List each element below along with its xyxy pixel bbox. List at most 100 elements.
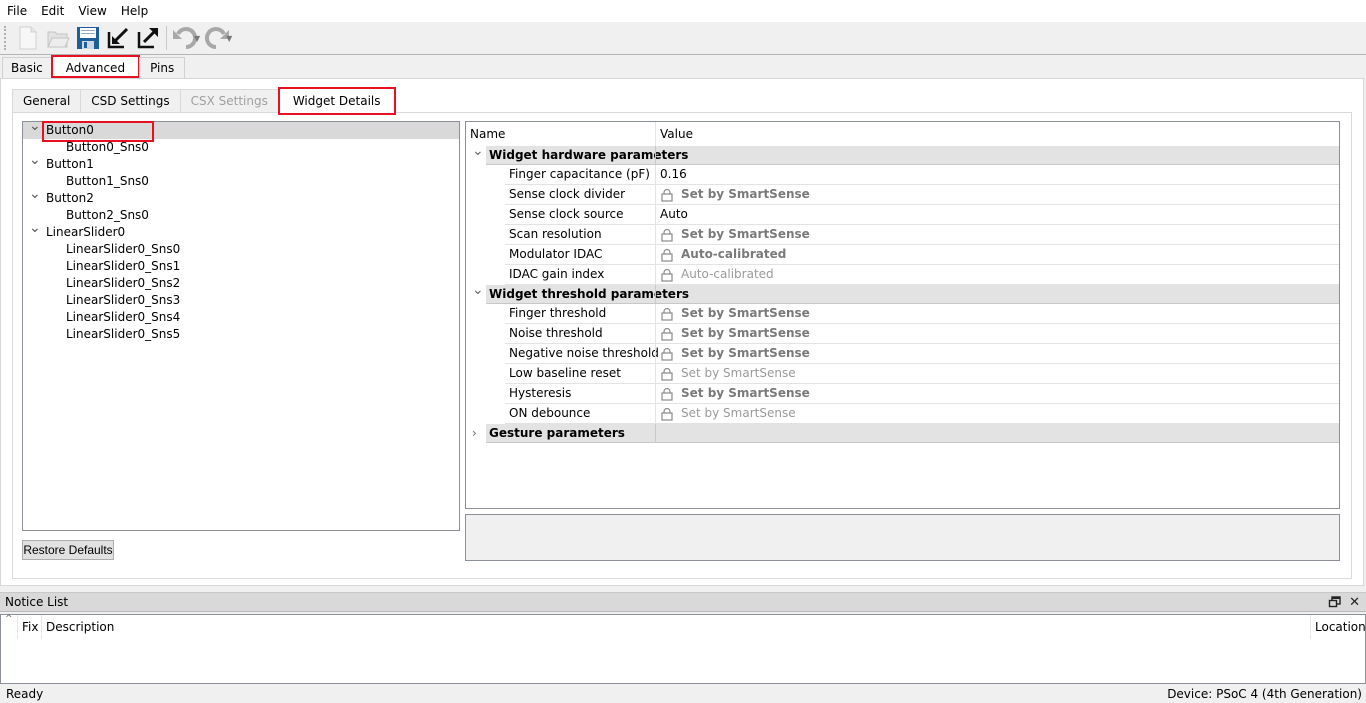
property-name: Scan resolution: [509, 227, 602, 241]
property-value[interactable]: Set by SmartSense: [660, 364, 796, 383]
column-divider: [655, 185, 656, 205]
property-value[interactable]: Set by SmartSense: [660, 384, 810, 403]
menu-help[interactable]: Help: [114, 0, 155, 22]
tree-item-widget[interactable]: ⌄ Button1: [23, 152, 459, 173]
menu-bar: File Edit View Help: [0, 0, 1366, 22]
property-row[interactable]: Finger threshold Set by SmartSense: [466, 304, 1339, 324]
property-value[interactable]: Set by SmartSense: [660, 185, 810, 204]
tree-item-sensor[interactable]: LinearSlider0_Sns4: [23, 309, 459, 326]
property-value[interactable]: 0.16: [660, 165, 687, 184]
chevron-down-icon[interactable]: ⌄: [472, 142, 484, 161]
column-divider[interactable]: [41, 615, 42, 639]
tree-item-sensor[interactable]: LinearSlider0_Sns2: [23, 275, 459, 292]
property-description-pane: [465, 514, 1340, 561]
column-header-value[interactable]: Value: [660, 122, 693, 146]
property-row[interactable]: IDAC gain index Auto-calibrated: [466, 265, 1339, 285]
save-button[interactable]: [73, 24, 103, 52]
column-divider[interactable]: [655, 122, 656, 146]
tree-item-label: LinearSlider0_Sns4: [66, 310, 181, 324]
chevron-down-icon[interactable]: ⌄: [29, 186, 41, 203]
chevron-down-icon[interactable]: ⌄: [29, 220, 41, 237]
tab-advanced[interactable]: Advanced: [50, 55, 141, 78]
column-divider[interactable]: [17, 615, 18, 639]
import-button[interactable]: [103, 24, 133, 52]
notice-list-title: Notice List: [5, 595, 69, 609]
property-value[interactable]: Auto: [660, 205, 688, 224]
notice-list-table: ^ Fix Description Location: [0, 614, 1366, 684]
tab-general[interactable]: General: [12, 89, 82, 112]
column-divider[interactable]: [1310, 615, 1311, 639]
toolbar-grip[interactable]: [4, 26, 7, 50]
property-value[interactable]: Set by SmartSense: [660, 324, 810, 343]
lock-icon: [660, 268, 674, 282]
tree-item-sensor[interactable]: Button0_Sns0: [23, 139, 459, 156]
property-row[interactable]: Noise threshold Set by SmartSense: [466, 324, 1339, 344]
notice-list-header: Notice List ✕: [0, 592, 1366, 612]
property-name: Low baseline reset: [509, 366, 621, 380]
property-value[interactable]: Auto-calibrated: [660, 265, 774, 284]
tab-widget-details[interactable]: Widget Details: [277, 87, 396, 115]
tree-item-label: LinearSlider0_Sns0: [66, 242, 181, 256]
close-icon[interactable]: ✕: [1349, 593, 1360, 612]
property-value-text: 0.16: [660, 167, 687, 181]
restore-defaults-button[interactable]: Restore Defaults: [22, 540, 114, 560]
tree-item-sensor[interactable]: LinearSlider0_Sns1: [23, 258, 459, 275]
tree-item-sensor[interactable]: LinearSlider0_Sns5: [23, 326, 459, 343]
tree-item-widget[interactable]: ⌄ Button2: [23, 186, 459, 207]
chevron-right-icon[interactable]: ›: [472, 424, 477, 443]
tree-item-sensor[interactable]: Button1_Sns0: [23, 173, 459, 190]
column-header-description[interactable]: Description: [46, 615, 114, 639]
main-tab-bar: Basic Advanced Pins: [2, 55, 186, 79]
property-value[interactable]: Set by SmartSense: [660, 304, 810, 323]
column-header-fix[interactable]: Fix: [22, 615, 38, 639]
property-value[interactable]: Set by SmartSense: [660, 404, 796, 423]
redo-dropdown-icon[interactable]: ▼: [226, 34, 232, 43]
property-row[interactable]: Finger capacitance (pF) 0.16: [466, 165, 1339, 185]
property-row[interactable]: Sense clock source Auto: [466, 205, 1339, 225]
property-row[interactable]: Scan resolution Set by SmartSense: [466, 225, 1339, 245]
menu-edit[interactable]: Edit: [34, 0, 71, 22]
tree-item-widget[interactable]: ⌄ Button0: [23, 118, 459, 142]
lock-icon: [660, 327, 674, 341]
property-row[interactable]: Hysteresis Set by SmartSense: [466, 384, 1339, 404]
tree-item-label: LinearSlider0_Sns3: [66, 293, 181, 307]
property-value[interactable]: Auto-calibrated: [660, 245, 786, 264]
property-category[interactable]: ⌄ Widget threshold parameters: [466, 282, 1339, 305]
property-value-text: Auto: [660, 207, 688, 221]
property-row[interactable]: Low baseline reset Set by SmartSense: [466, 364, 1339, 384]
property-category[interactable]: ⌄ Widget hardware parameters: [466, 143, 1339, 166]
tree-item-label: LinearSlider0_Sns1: [66, 259, 181, 273]
undo-dropdown-icon[interactable]: ▼: [194, 34, 200, 43]
property-row[interactable]: Negative noise threshold Set by SmartSens…: [466, 344, 1339, 364]
column-header-location[interactable]: Location: [1315, 615, 1366, 639]
new-file-button[interactable]: [13, 24, 43, 52]
export-button[interactable]: [133, 24, 163, 52]
property-value[interactable]: Set by SmartSense: [660, 225, 810, 244]
property-row[interactable]: Sense clock divider Set by SmartSense: [466, 185, 1339, 205]
open-button[interactable]: [43, 24, 73, 52]
property-value[interactable]: Set by SmartSense: [660, 344, 810, 363]
menu-view[interactable]: View: [71, 0, 113, 22]
tab-pins[interactable]: Pins: [139, 57, 186, 78]
chevron-down-icon[interactable]: ⌄: [29, 152, 41, 169]
float-window-icon[interactable]: [1328, 595, 1342, 609]
tab-csd-settings[interactable]: CSD Settings: [80, 89, 181, 112]
lock-icon: [660, 407, 674, 421]
column-divider: [655, 146, 656, 165]
chevron-down-icon[interactable]: ⌄: [472, 281, 484, 300]
tab-csx-settings[interactable]: CSX Settings: [179, 89, 279, 112]
tree-item-sensor[interactable]: LinearSlider0_Sns0: [23, 241, 459, 258]
tree-item-widget[interactable]: ⌄ LinearSlider0: [23, 220, 459, 241]
property-row[interactable]: Modulator IDAC Auto-calibrated: [466, 245, 1339, 265]
property-name: Finger capacitance (pF): [509, 167, 650, 181]
property-row[interactable]: ON debounce Set by SmartSense: [466, 404, 1339, 424]
chevron-down-icon[interactable]: ⌄: [29, 118, 41, 135]
menu-file[interactable]: File: [0, 0, 34, 22]
row-background: [505, 225, 1339, 245]
tree-item-sensor[interactable]: Button2_Sns0: [23, 207, 459, 224]
row-background: [505, 205, 1339, 225]
tab-basic[interactable]: Basic: [2, 57, 52, 78]
widget-tree[interactable]: ⌄ Button0 Button0_Sns0 ⌄ Button1 Button1_Sns0…: [22, 118, 460, 531]
tree-item-sensor[interactable]: LinearSlider0_Sns3: [23, 292, 459, 309]
property-category[interactable]: › Gesture parameters: [466, 424, 1339, 444]
